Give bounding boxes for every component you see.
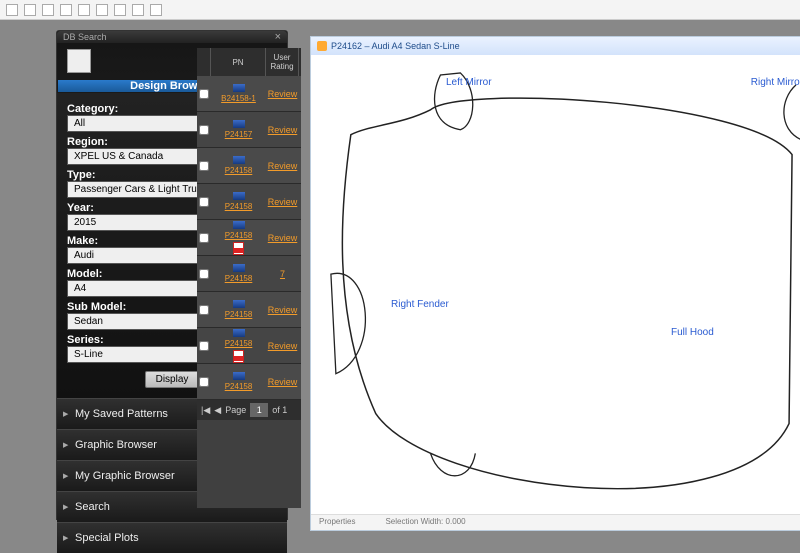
toolbar-icon[interactable] [96,4,108,16]
row-checkbox[interactable] [199,197,209,207]
grid-body: B24158-1ReviewP24157ReviewP24158ReviewP2… [197,76,301,400]
pn-cell: P24158 [211,364,266,399]
table-row[interactable]: P24158 7 [197,256,301,292]
pager-prev-icon[interactable]: ◀ [214,405,221,416]
table-row[interactable]: P24158 Review [197,220,301,256]
table-row[interactable]: P24158 Review [197,364,301,400]
grid-header: PN User Rating [197,48,301,76]
table-row[interactable]: P24158 Review [197,148,301,184]
canvas-titlebar: P24162 – Audi A4 Sedan S-Line [311,37,800,55]
part-icon [233,300,245,308]
table-row[interactable]: B24158-1 Review [197,76,301,112]
row-checkbox[interactable] [199,269,209,279]
pn-link[interactable]: P24158 [225,310,253,319]
toolbar-icon[interactable] [150,4,162,16]
part-icon [233,192,245,200]
label-right-mirror: Right Mirror [751,77,800,88]
grid-header-rating[interactable]: User Rating [266,48,299,76]
label-full-hood: Full Hood [671,327,714,338]
part-icon [233,221,245,229]
close-icon[interactable]: × [275,31,281,43]
part-icon [233,264,245,272]
row-checkbox[interactable] [199,161,209,171]
review-link[interactable]: 7 [280,269,285,279]
pn-link[interactable]: P24158 [225,274,253,283]
display-button[interactable]: Display [145,371,200,388]
part-icon [233,372,245,380]
toolbar-icon[interactable] [132,4,144,16]
toolbar-icon[interactable] [24,4,36,16]
status-properties-label: Properties [319,517,355,528]
pn-cell: P24158 [211,292,266,327]
pn-cell: B24158-1 [211,76,266,111]
pn-cell: P24158 [211,220,266,255]
home-icon[interactable] [67,49,91,73]
toolbar-icon[interactable] [42,4,54,16]
pn-link[interactable]: P24158 [225,166,253,175]
pager-of-label: of 1 [272,405,287,415]
table-row[interactable]: P24158 Review [197,328,301,364]
panel-titlebar: DB Search × [57,31,287,43]
toolbar-icon[interactable] [114,4,126,16]
pn-cell: P24158 [211,184,266,219]
toolbar-icon[interactable] [78,4,90,16]
pager-page-label: Page [225,405,246,415]
parts-grid: PN User Rating B24158-1 Review P24157 Revie… [197,48,301,508]
pn-cell: P24158 [211,256,266,291]
row-checkbox[interactable] [199,89,209,99]
part-icon [233,156,245,164]
row-checkbox[interactable] [199,125,209,135]
toolbar-icon[interactable] [60,4,72,16]
part-icon [233,120,245,128]
pager-first-icon[interactable]: |◀ [201,405,210,416]
review-link[interactable]: Review [268,341,298,351]
status-selection-label: Selection Width: 0.000 [385,517,465,528]
label-right-fender: Right Fender [391,299,449,310]
pn-link[interactable]: P24158 [225,382,253,391]
pn-link[interactable]: B24158-1 [221,94,256,103]
review-link[interactable]: Review [268,161,298,171]
canvas-statusbar: Properties Selection Width: 0.000 [311,514,800,530]
row-checkbox[interactable] [199,377,209,387]
grid-header-pn[interactable]: PN [211,48,266,76]
review-link[interactable]: Review [268,233,298,243]
pn-link[interactable]: P24158 [225,231,253,240]
app-toolbar [0,0,800,20]
pn-cell: P24158 [211,148,266,183]
panel-titlebar-label: DB Search [63,32,107,42]
grid-footer: |◀ ◀ Page of 1 [197,400,301,420]
review-link[interactable]: Review [268,305,298,315]
pager-page-input[interactable] [250,403,268,417]
pdf-icon[interactable] [233,242,244,255]
table-row[interactable]: P24157 Review [197,112,301,148]
canvas-title: P24162 – Audi A4 Sedan S-Line [331,41,460,51]
pattern-canvas-window: P24162 – Audi A4 Sedan S-Line Left Mirro… [310,36,800,531]
table-row[interactable]: P24158 Review [197,184,301,220]
pn-cell: P24158 [211,328,266,363]
pdf-icon[interactable] [233,350,244,363]
part-icon [233,84,245,92]
pattern-canvas[interactable] [311,55,800,513]
toolbar-icon[interactable] [6,4,18,16]
pn-link[interactable]: P24158 [225,202,253,211]
pn-cell: P24157 [211,112,266,147]
review-link[interactable]: Review [268,89,298,99]
pn-link[interactable]: P24157 [225,130,253,139]
pn-link[interactable]: P24158 [225,339,253,348]
canvas-icon [317,41,327,51]
part-icon [233,329,245,337]
accordion-item-special-plots[interactable]: Special Plots [57,522,287,553]
review-link[interactable]: Review [268,125,298,135]
row-checkbox[interactable] [199,233,209,243]
review-link[interactable]: Review [268,377,298,387]
row-checkbox[interactable] [199,305,209,315]
row-checkbox[interactable] [199,341,209,351]
grid-header-checkbox [197,48,211,76]
label-left-mirror: Left Mirror [446,77,492,88]
table-row[interactable]: P24158 Review [197,292,301,328]
review-link[interactable]: Review [268,197,298,207]
